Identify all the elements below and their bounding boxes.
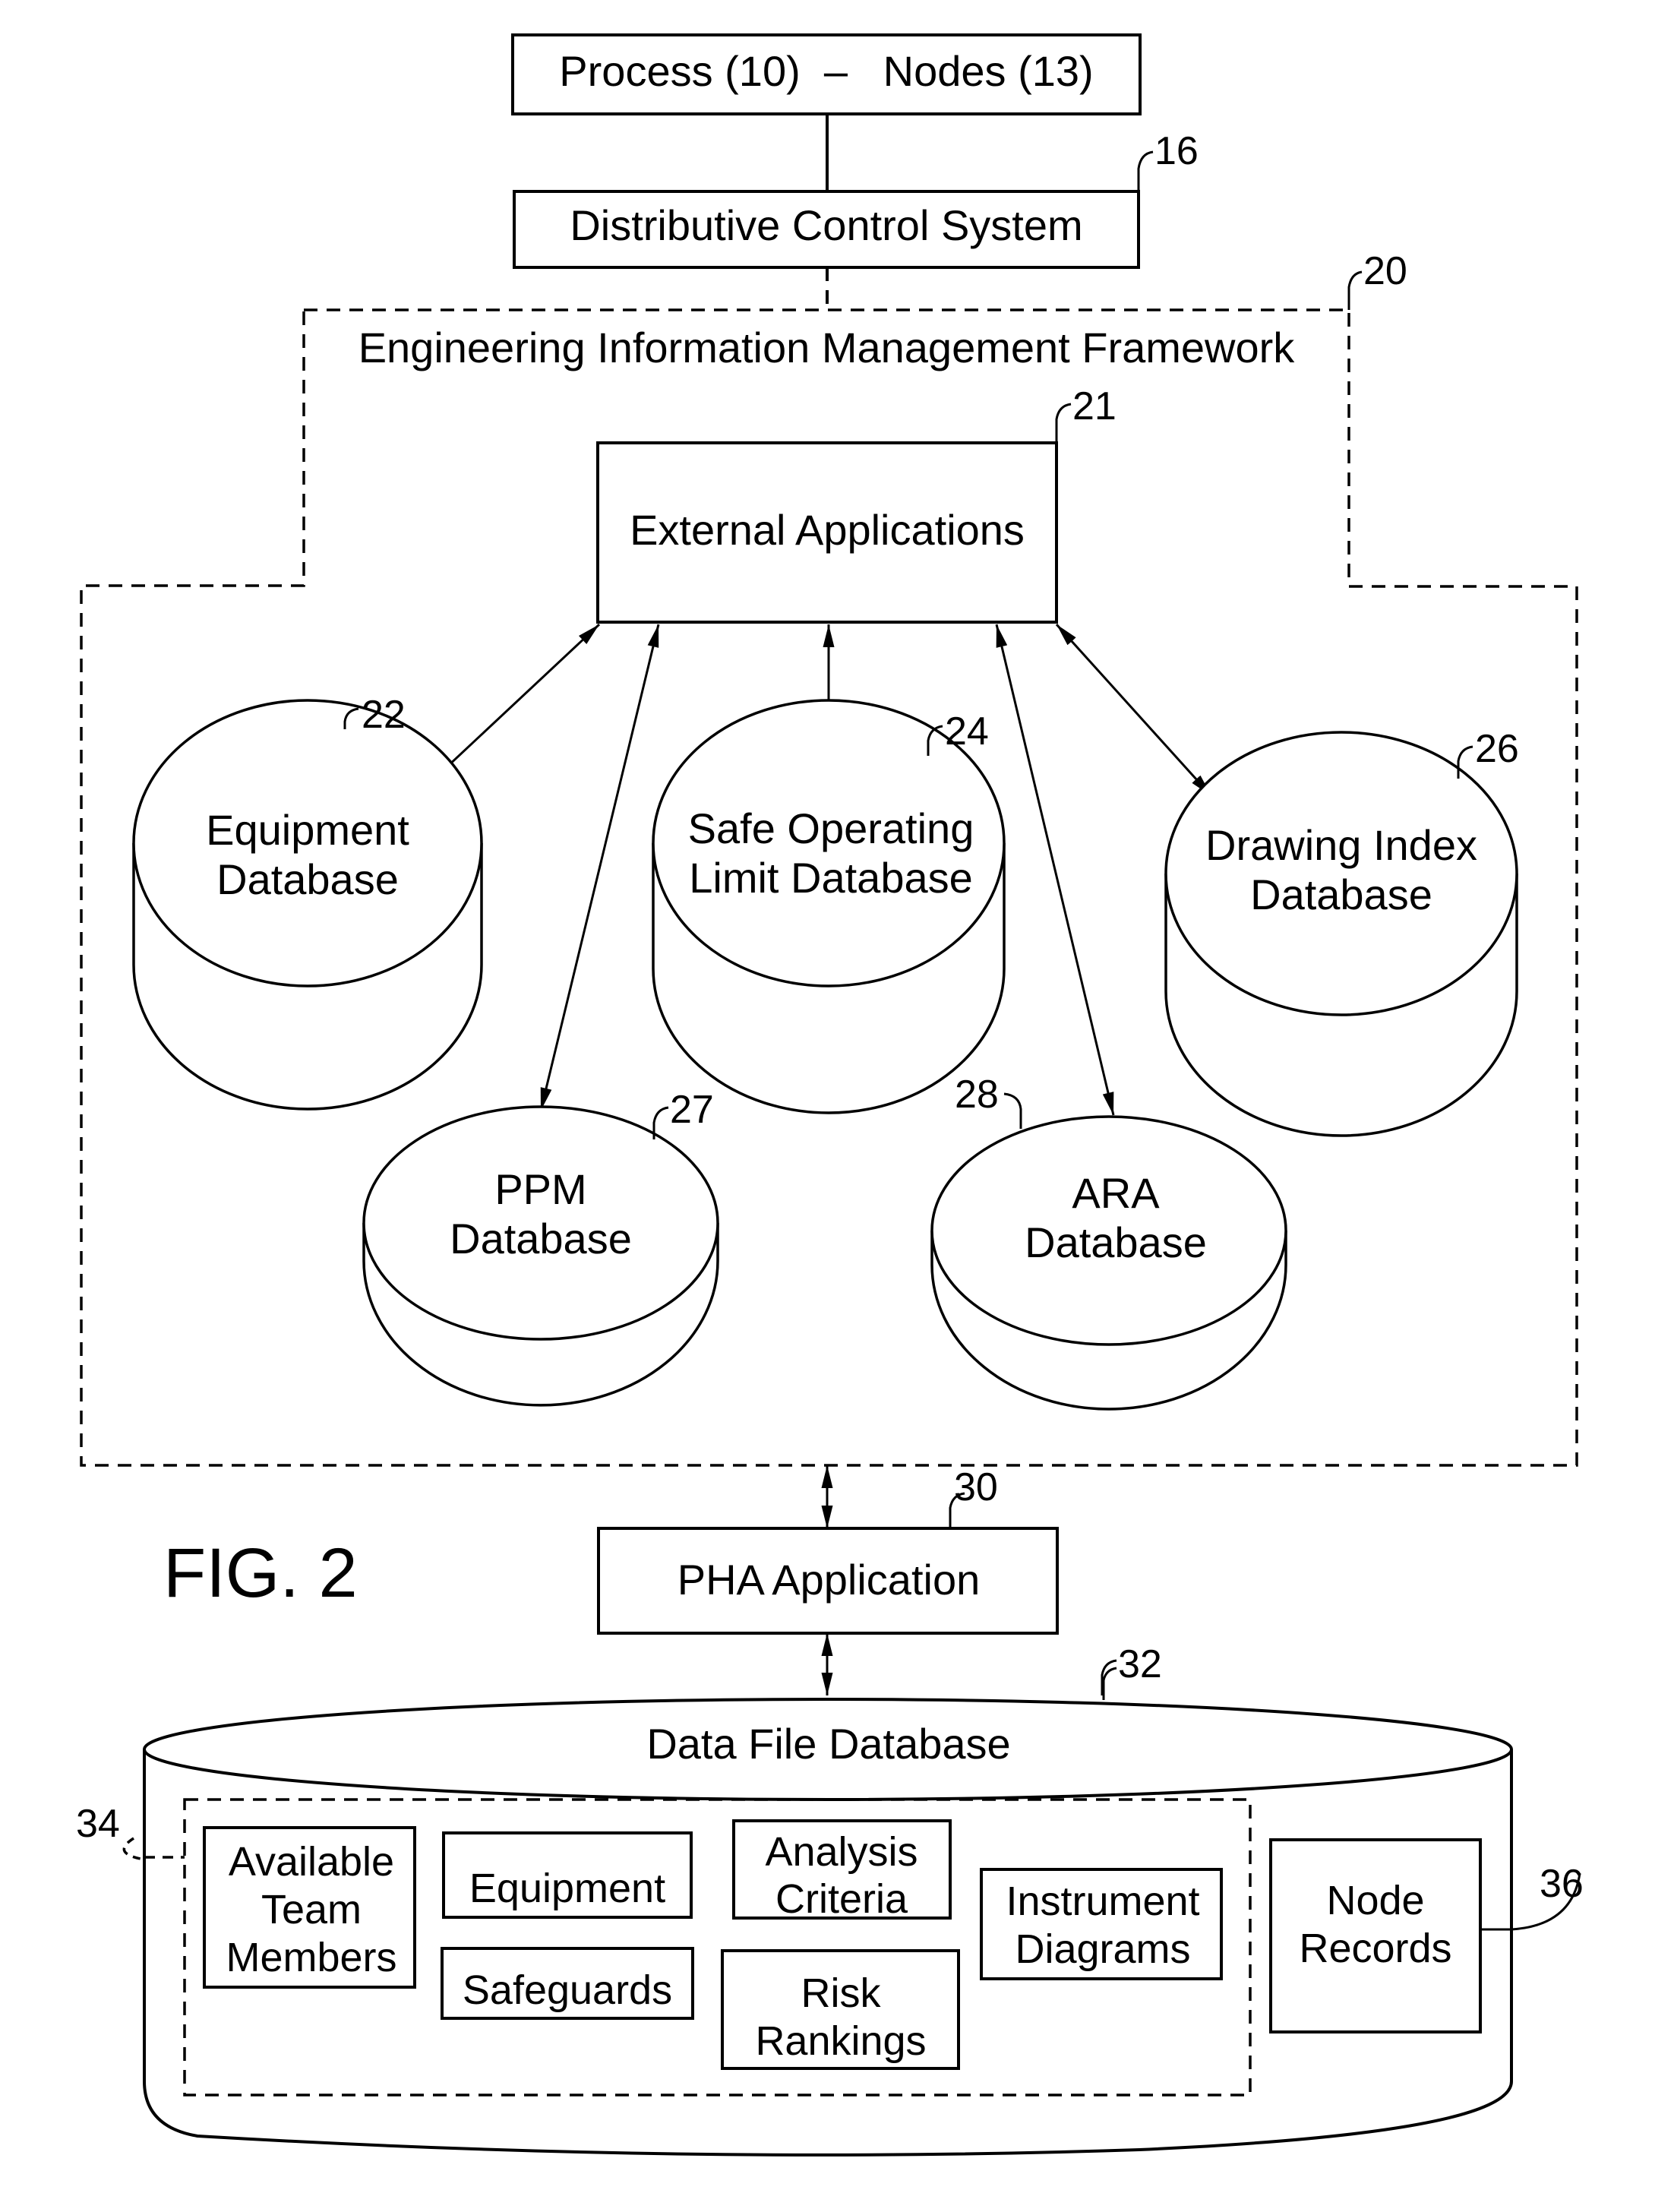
- ref-16: 16: [1154, 129, 1199, 173]
- equipment-db-line2: Database: [216, 855, 399, 903]
- ref-leader-16: [1137, 150, 1154, 191]
- item-safeguards-line1: Safeguards: [463, 1967, 672, 2013]
- arrow-ext-ara: [995, 624, 1115, 1116]
- item-instrument-line2: Diagrams: [1015, 1926, 1190, 1972]
- diagram-canvas: Process (10) – Nodes (13) Distributive C…: [76, 33, 1584, 2157]
- ref-34: 34: [76, 1802, 120, 1846]
- process-box-label: Process (10) – Nodes (13): [559, 47, 1093, 95]
- ppm-db-line2: Database: [450, 1215, 632, 1262]
- item-available-line1: Available: [229, 1839, 394, 1885]
- item-analysis-line2: Criteria: [775, 1876, 908, 1922]
- ref-21: 21: [1072, 384, 1117, 428]
- item-equipment-line1: Equipment: [469, 1866, 665, 1911]
- ref-36: 36: [1540, 1862, 1584, 1906]
- ref-30: 30: [954, 1465, 998, 1509]
- data-file-db-label: Data File Database: [646, 1720, 1010, 1768]
- item-available-line2: Team: [261, 1887, 362, 1932]
- equipment-database[interactable]: [132, 699, 483, 1111]
- item-instrument-line1: Instrument: [1006, 1879, 1199, 1924]
- item-risk-line1: Risk: [801, 1970, 882, 2016]
- ref-32: 32: [1118, 1642, 1162, 1686]
- ara-db-line1: ARA: [1072, 1169, 1160, 1217]
- sol-db-line2: Limit Database: [689, 854, 973, 902]
- arrow-ext-ppm: [539, 624, 660, 1111]
- ref-26: 26: [1475, 727, 1519, 771]
- group-ref-leader: [122, 1837, 145, 1861]
- safe-operating-limit-database[interactable]: [652, 699, 1006, 1114]
- sol-db-line1: Safe Operating: [688, 804, 974, 852]
- ref-leader-20: [1347, 270, 1363, 310]
- ref-24: 24: [945, 709, 989, 754]
- ref-leader-21: [1055, 403, 1072, 443]
- ref-leader-32b: [1102, 1667, 1117, 1700]
- ref-27: 27: [670, 1088, 714, 1132]
- external-applications-label: External Applications: [630, 506, 1025, 554]
- figure-title: FIG. 2: [163, 1534, 358, 1612]
- item-analysis-line1: Analysis: [765, 1829, 918, 1875]
- framework-label: Engineering Information Management Frame…: [358, 324, 1296, 371]
- ref-20: 20: [1363, 249, 1407, 293]
- item-risk-line2: Rankings: [755, 2018, 926, 2064]
- arrow-ext-drawing: [1055, 623, 1213, 798]
- ref-22: 22: [362, 693, 406, 737]
- ppm-db-line1: PPM: [494, 1165, 586, 1213]
- equipment-db-line1: Equipment: [206, 806, 409, 854]
- item-available-line3: Members: [226, 1935, 396, 1980]
- node-records-line2: Records: [1299, 1926, 1451, 1971]
- drawing-db-line2: Database: [1250, 871, 1432, 918]
- drawing-index-database[interactable]: [1164, 731, 1518, 1137]
- ref-28: 28: [955, 1073, 999, 1117]
- pha-application-label: PHA Application: [677, 1556, 980, 1604]
- ref-leader-28: [1003, 1092, 1022, 1129]
- dcs-box-label: Distributive Control System: [570, 201, 1082, 249]
- arrow-ext-equipment: [433, 623, 601, 780]
- drawing-db-line1: Drawing Index: [1205, 821, 1477, 869]
- node-records-line1: Node: [1326, 1878, 1424, 1923]
- ara-db-line2: Database: [1025, 1218, 1207, 1266]
